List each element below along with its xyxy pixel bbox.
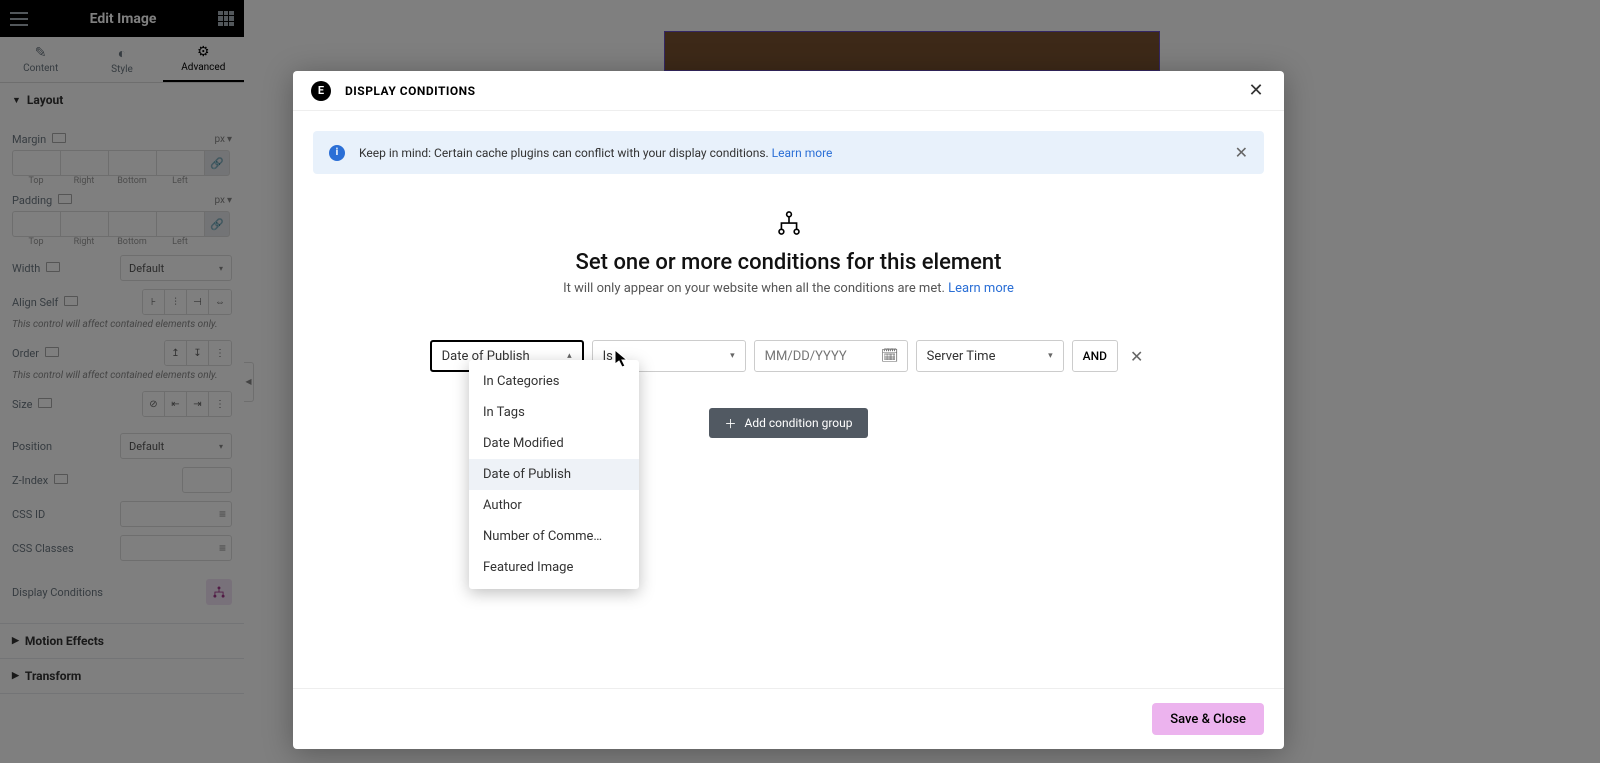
info-banner: i Keep in mind: Certain cache plugins ca… xyxy=(313,131,1264,174)
hero-title: Set one or more conditions for this elem… xyxy=(313,250,1264,275)
dismiss-banner-button[interactable]: ✕ xyxy=(1235,143,1248,162)
dropdown-option[interactable]: Featured Image xyxy=(469,552,639,583)
chevron-down-icon: ▾ xyxy=(1048,351,1053,361)
condition-time-select[interactable]: Server Time ▾ xyxy=(916,340,1064,372)
button-label: Add condition group xyxy=(745,416,853,430)
modal-footer: Save & Close xyxy=(293,688,1284,749)
dropdown-option[interactable]: In Tags xyxy=(469,397,639,428)
elementor-logo-icon: E xyxy=(311,81,331,101)
dropdown-option[interactable]: Author xyxy=(469,490,639,521)
chevron-down-icon: ▾ xyxy=(730,351,735,361)
add-condition-group-button[interactable]: ＋ Add condition group xyxy=(709,408,869,438)
dropdown-option[interactable]: Date Modified xyxy=(469,428,639,459)
calendar-icon[interactable]: 🗓 xyxy=(881,348,899,364)
remove-condition-button[interactable]: ✕ xyxy=(1126,347,1147,366)
condition-type-dropdown: In Categories In Tags Date Modified Date… xyxy=(469,360,639,589)
sitemap-icon xyxy=(776,210,802,236)
banner-text: Keep in mind: Certain cache plugins can … xyxy=(359,146,832,160)
hero-subtitle: It will only appear on your website when… xyxy=(313,281,1264,296)
condition-row: Date of Publish ▴ Is ▾ 🗓 Server Time ▾ A… xyxy=(313,340,1264,372)
logic-button[interactable]: AND xyxy=(1072,340,1118,372)
modal-title: DISPLAY CONDITIONS xyxy=(345,84,1246,98)
info-icon: i xyxy=(329,145,345,161)
condition-date-input[interactable]: 🗓 xyxy=(754,340,908,372)
learn-more-link[interactable]: Learn more xyxy=(772,146,833,160)
dropdown-option[interactable]: Number of Comme… xyxy=(469,521,639,552)
date-field[interactable] xyxy=(765,349,897,364)
dropdown-option[interactable]: In Categories xyxy=(469,366,639,397)
dropdown-option[interactable]: Date of Publish xyxy=(469,459,639,490)
close-modal-button[interactable]: ✕ xyxy=(1246,81,1266,101)
select-value: Server Time xyxy=(927,349,996,364)
modal-header: E DISPLAY CONDITIONS ✕ xyxy=(293,71,1284,111)
modal-hero: Set one or more conditions for this elem… xyxy=(313,210,1264,296)
plus-icon: ＋ xyxy=(725,415,737,432)
display-conditions-modal: E DISPLAY CONDITIONS ✕ i Keep in mind: C… xyxy=(293,71,1284,749)
save-close-button[interactable]: Save & Close xyxy=(1152,703,1264,735)
learn-more-link[interactable]: Learn more xyxy=(948,281,1014,296)
